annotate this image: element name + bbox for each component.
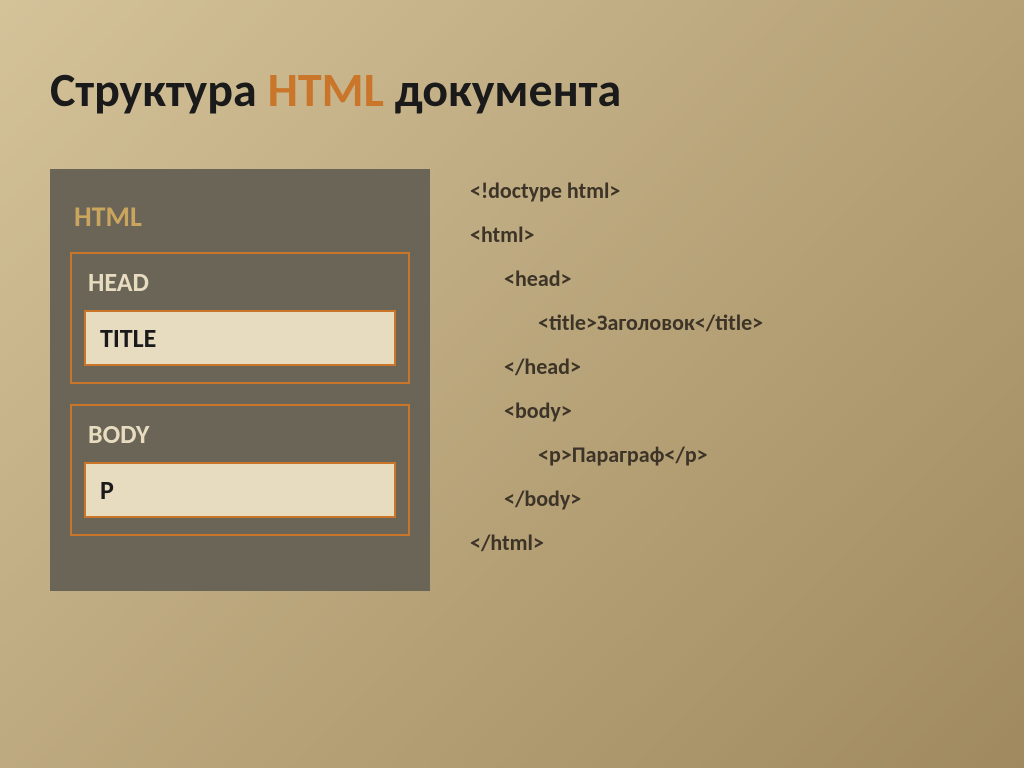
body-box: BODY P: [70, 404, 410, 536]
code-line-8: </body>: [470, 477, 763, 521]
body-label: BODY: [88, 418, 396, 450]
slide-title: Структура HTML документа: [50, 60, 974, 119]
title-box: TITLE: [84, 310, 396, 366]
code-line-9: </html>: [470, 521, 763, 565]
title-post: документа: [384, 60, 621, 119]
code-line-4: <title>Заголовок</title>: [470, 301, 763, 345]
head-box: HEAD TITLE: [70, 252, 410, 384]
code-line-2: <html>: [470, 213, 763, 257]
code-line-3: <head>: [470, 257, 763, 301]
head-label: HEAD: [88, 266, 396, 298]
code-line-5: </head>: [470, 345, 763, 389]
title-accent: HTML: [268, 60, 384, 119]
code-line-1: <!doctype html>: [470, 169, 763, 213]
slide-container: Структура HTML документа HTML HEAD TITLE…: [0, 0, 1024, 641]
title-pre: Структура: [50, 60, 268, 119]
diagram-html-label: HTML: [74, 199, 410, 234]
title-label: TITLE: [100, 322, 380, 354]
code-line-7: <p>Параграф</p>: [470, 433, 763, 477]
p-box: P: [84, 462, 396, 518]
structure-diagram: HTML HEAD TITLE BODY P: [50, 169, 430, 591]
code-line-6: <body>: [470, 389, 763, 433]
code-example: <!doctype html> <html> <head> <title>Заг…: [470, 169, 763, 591]
content-row: HTML HEAD TITLE BODY P <!doctype html> <…: [50, 169, 974, 591]
p-label: P: [100, 474, 380, 506]
